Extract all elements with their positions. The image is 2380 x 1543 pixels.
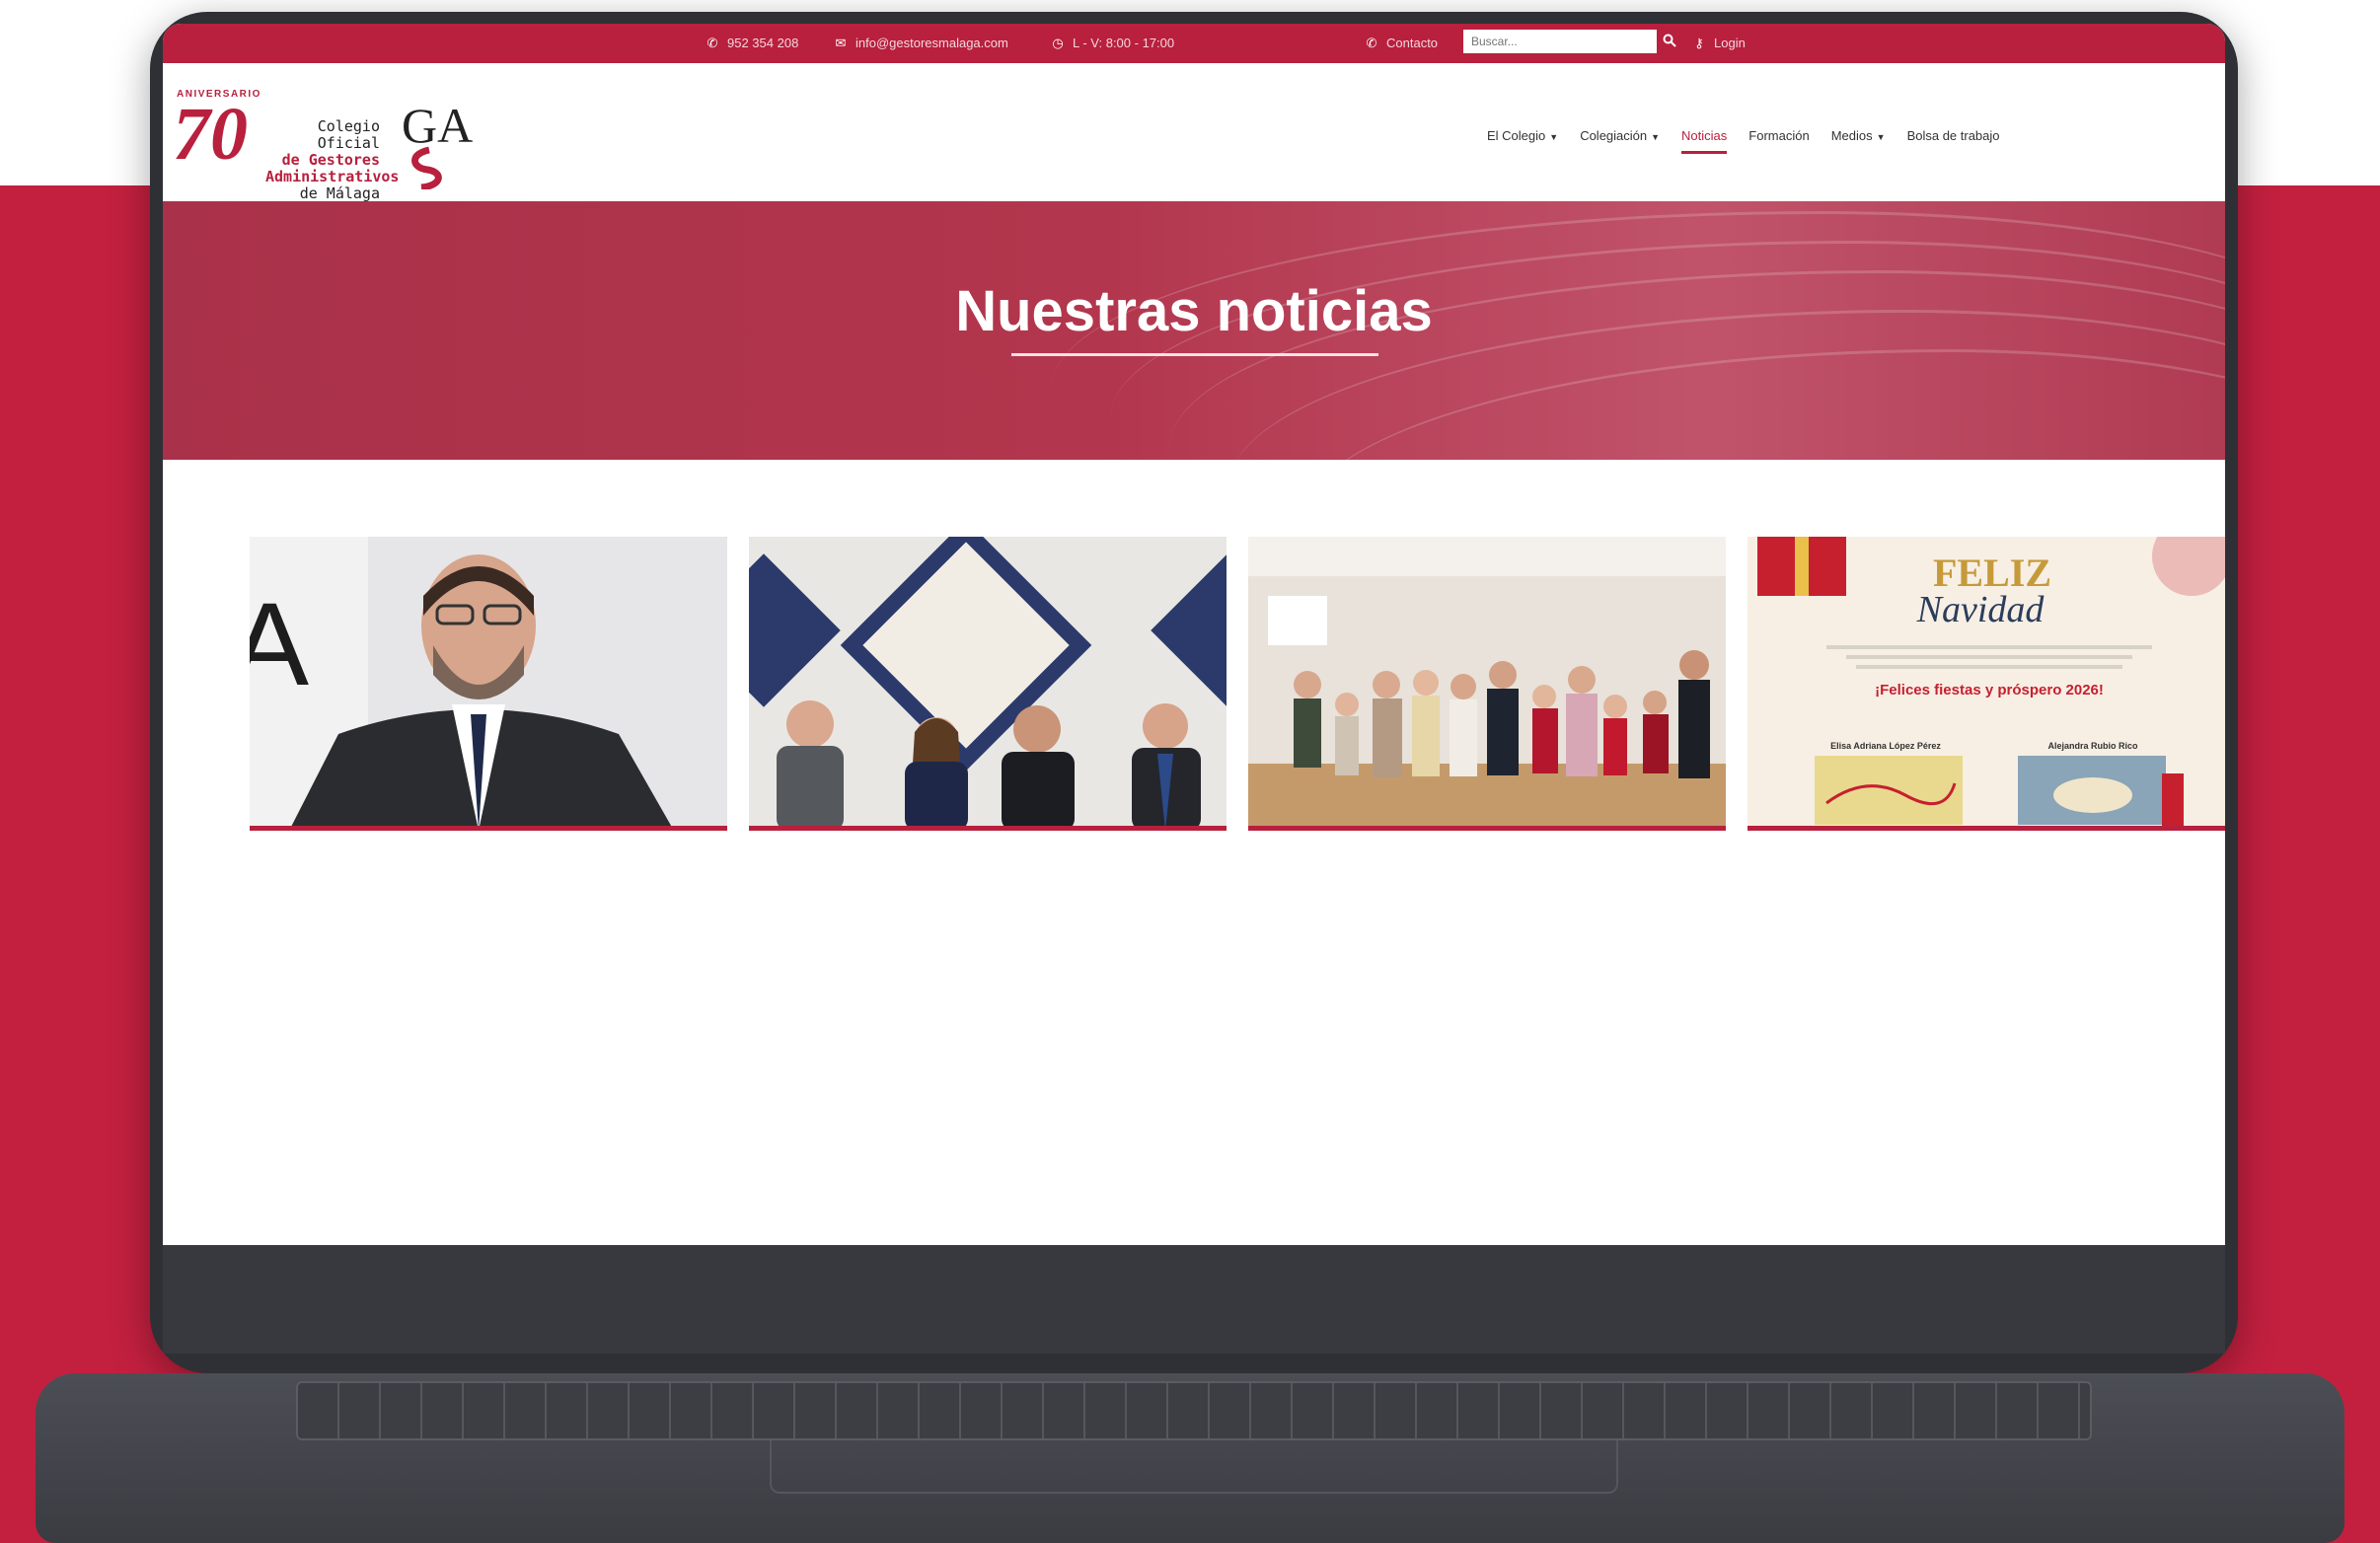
news-card[interactable] (1248, 537, 1726, 831)
contact-label: Contacto (1386, 36, 1439, 50)
site-logo[interactable]: ANIVERSARIO 70 Colegio Oficial de Gestor… (173, 89, 488, 202)
nav-label: Formación (1748, 128, 1810, 143)
nav-item-el-colegio[interactable]: El Colegio ▼ (1487, 128, 1558, 154)
hero-banner: Nuestras noticias (163, 201, 2225, 460)
ga-mark-text: GA (402, 99, 473, 153)
college-line-1: Colegio Oficial (317, 117, 380, 152)
laptop-keyboard (296, 1381, 2092, 1440)
news-card[interactable] (749, 537, 1227, 831)
college-line-2: de Gestores (281, 151, 380, 169)
news-image-group-police (749, 537, 1227, 826)
nav-label: El Colegio (1487, 128, 1546, 143)
news-image-christmas-event (1248, 537, 1726, 826)
chevron-down-icon: ▼ (1876, 132, 1886, 142)
key-icon: ⚷ (1694, 35, 1704, 50)
page-title: Nuestras noticias (955, 279, 1433, 343)
mail-icon: ✉ (835, 35, 847, 50)
site-header: ANIVERSARIO 70 Colegio Oficial de Gestor… (163, 63, 2225, 202)
nav-item-bolsa-de-trabajo[interactable]: Bolsa de trabajo (1907, 128, 2000, 154)
hours-text: L - V: 8:00 - 17:00 (1073, 36, 1175, 50)
login-label: Login (1714, 36, 1746, 50)
news-image-portrait: A (250, 537, 727, 826)
email-address: info@gestoresmalaga.com (855, 36, 1008, 50)
card-author-1: Elisa Adriana López Pérez (1830, 741, 1941, 751)
main-nav: El Colegio ▼ Colegiación ▼ Noticias Formac… (1487, 128, 2000, 154)
title-divider (1011, 353, 1378, 356)
search-icon[interactable] (1663, 34, 1676, 50)
laptop-screen: ✆ 952 354 208 ✉ info@gestoresmalaga.com … (163, 24, 2225, 1245)
college-line-3: Administrativos (265, 168, 400, 185)
phone-icon: ✆ (707, 35, 718, 50)
nav-item-medios[interactable]: Medios ▼ (1831, 128, 1886, 154)
contact-link[interactable]: ✆ Contacto (1365, 35, 1439, 50)
top-bar: ✆ 952 354 208 ✉ info@gestoresmalaga.com … (163, 24, 2225, 63)
search-input[interactable] (1463, 30, 1657, 53)
email-link[interactable]: ✉ info@gestoresmalaga.com (834, 36, 1008, 50)
college-name: Colegio Oficial de Gestores Administrati… (265, 117, 400, 202)
anniversary-number: 70 (173, 93, 248, 176)
card-greeting: ¡Felices fiestas y próspero 2026! (1875, 682, 2104, 698)
chevron-down-icon: ▼ (1549, 132, 1559, 142)
college-line-4: de Málaga (299, 184, 380, 202)
news-card[interactable]: FELIZ Navidad ¡Felices fiestas y prósper… (1748, 537, 2225, 831)
phone-number: 952 354 208 (727, 36, 799, 50)
nav-item-colegiacion[interactable]: Colegiación ▼ (1580, 128, 1660, 154)
nav-item-formacion[interactable]: Formación (1748, 128, 1809, 154)
laptop-bezel (163, 1245, 2225, 1354)
nav-label: Colegiación (1580, 128, 1648, 143)
opening-hours: ◷ L - V: 8:00 - 17:00 (1051, 36, 1174, 50)
nav-item-noticias[interactable]: Noticias (1681, 128, 1728, 154)
news-card[interactable]: A (250, 537, 727, 831)
card-heading-navidad: Navidad (1916, 589, 2045, 630)
laptop-trackpad (770, 1440, 1618, 1494)
chevron-down-icon: ▼ (1651, 132, 1661, 142)
phone-icon: ✆ (1366, 35, 1377, 50)
news-image-christmas-card: FELIZ Navidad ¡Felices fiestas y prósper… (1748, 537, 2225, 826)
phone-link[interactable]: ✆ 952 354 208 (706, 35, 799, 50)
ga-logo-mark: GA (402, 99, 473, 189)
nav-label: Noticias (1681, 128, 1728, 143)
nav-label: Medios (1830, 128, 1873, 143)
card-author-2: Alejandra Rubio Rico (2047, 741, 2138, 751)
nav-label: Bolsa de trabajo (1906, 128, 2000, 143)
clock-icon: ◷ (1052, 35, 1064, 50)
svg-text:A: A (250, 578, 309, 710)
news-grid: A (250, 537, 2225, 833)
login-link[interactable]: ⚷ Login (1692, 36, 1746, 50)
